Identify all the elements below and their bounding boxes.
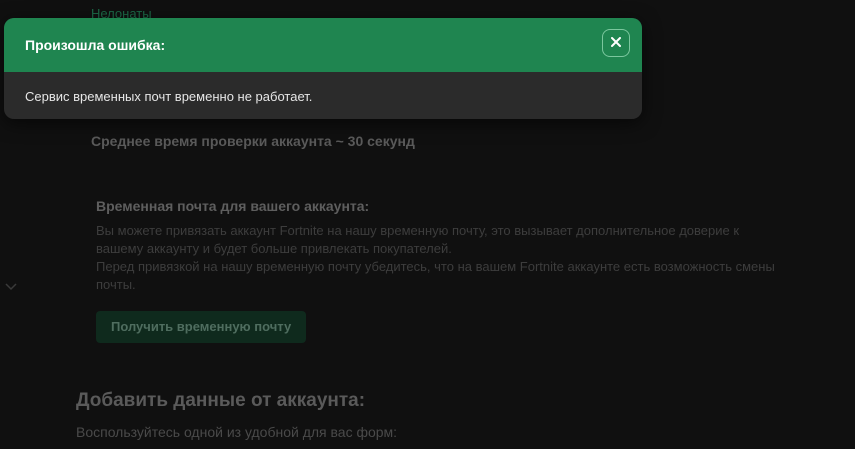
get-temp-mail-button[interactable]: Получить временную почту <box>96 311 307 343</box>
toast-title: Произошла ошибка: <box>25 37 166 53</box>
add-data-subtitle: Воспользуйтесь одной из удобной для вас … <box>76 424 398 440</box>
temp-mail-description: Вы можете привязать аккаунт Fortnite на … <box>96 223 740 256</box>
toast-header: Произошла ошибка: <box>4 18 642 72</box>
avg-check-time: Среднее время проверки аккаунта ~ 30 сек… <box>91 133 415 149</box>
temp-mail-heading: Временная почта для вашего аккаунта: <box>96 198 370 214</box>
chevron-down-icon[interactable] <box>5 280 17 294</box>
temp-mail-section: Временная почта для вашего аккаунта: Вы … <box>96 198 776 294</box>
error-toast: Произошла ошибка: Сервис временных почт … <box>4 18 642 119</box>
close-button[interactable] <box>602 29 630 57</box>
close-icon <box>611 34 621 52</box>
temp-mail-warning: Перед привязкой на нашу временную почту … <box>96 259 775 292</box>
add-data-title: Добавить данные от аккаунта: <box>76 390 366 411</box>
toast-message: Сервис временных почт временно не работа… <box>25 89 313 104</box>
